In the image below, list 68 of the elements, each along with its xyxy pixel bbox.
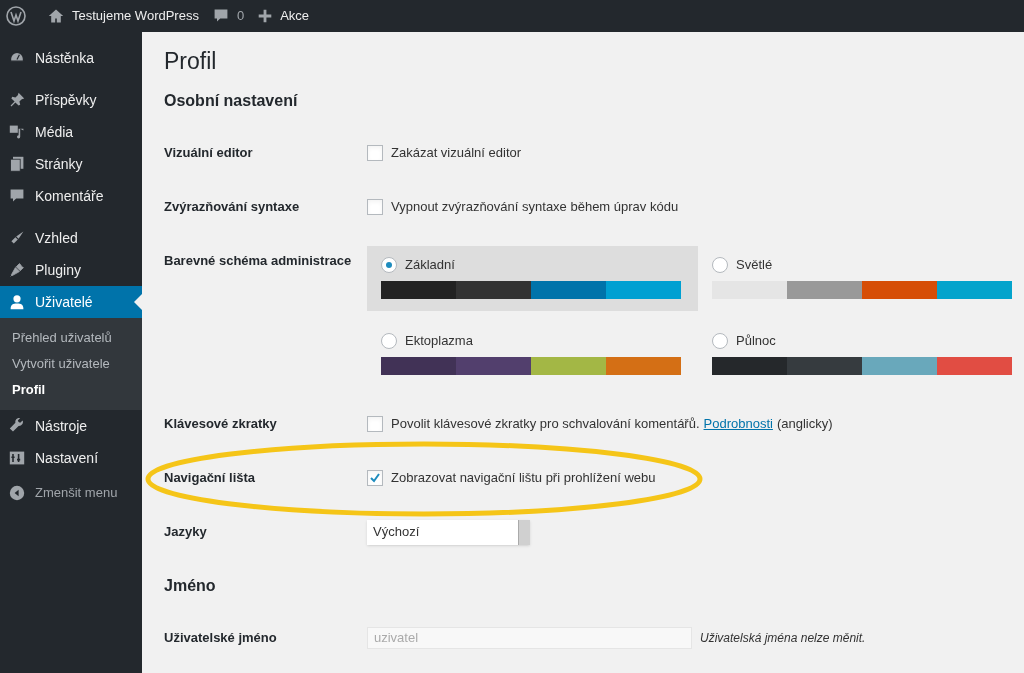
- field-label: Vizuální editor: [164, 144, 254, 163]
- color-scheme-option[interactable]: Světlé: [698, 246, 1024, 311]
- checkbox-label: Povolit klávesové zkratky pro schvalování komentářů.: [391, 415, 700, 434]
- comments-link[interactable]: 0: [212, 6, 245, 26]
- user-icon: [9, 294, 25, 310]
- scheme-name: Ektoplazma: [405, 331, 473, 350]
- sidebar-item[interactable]: Stránky: [0, 148, 142, 180]
- scheme-name: Světlé: [736, 256, 773, 275]
- language-note: (anglicky): [776, 415, 833, 434]
- color-scheme-option[interactable]: Půlnoc: [698, 321, 1024, 387]
- collapse-icon: [9, 485, 25, 501]
- sidebar-item[interactable]: Příspěvky: [0, 84, 142, 116]
- submenu-item[interactable]: Profil: [0, 377, 142, 403]
- speech-bubble-icon: [9, 188, 25, 204]
- sidebar-item[interactable]: Nástěnka: [0, 42, 142, 74]
- sidebar-item[interactable]: Média: [0, 116, 142, 148]
- site-link[interactable]: Testujeme WordPress: [48, 6, 199, 26]
- pages-icon: [9, 156, 25, 172]
- color-scheme-option[interactable]: Základní: [367, 246, 698, 311]
- pushpin-icon: [9, 92, 25, 108]
- wrench-icon: [9, 418, 25, 434]
- submenu-item[interactable]: Vytvořit uživatele: [0, 351, 142, 377]
- section-heading: Jméno: [164, 576, 217, 596]
- sidebar-item[interactable]: Komentáře: [0, 180, 142, 212]
- home-icon: [48, 8, 64, 24]
- scheme-name: Půlnoc: [736, 331, 776, 350]
- checkbox-label: Zobrazovat navigační lištu při prohlížení webu: [391, 469, 656, 488]
- wordpress-logo-icon: [6, 6, 26, 26]
- checkbox-label: Zakázat vizuální editor: [391, 144, 522, 163]
- submenu-item[interactable]: Přehled uživatelů: [0, 325, 142, 351]
- checkbox[interactable]: [367, 145, 383, 161]
- plus-icon: [258, 9, 273, 23]
- settings-icon: [9, 450, 25, 466]
- radio-button[interactable]: [381, 257, 397, 273]
- color-scheme-option[interactable]: Ektoplazma: [367, 321, 698, 387]
- new-link[interactable]: Akce: [258, 6, 310, 26]
- plug-icon: [9, 262, 25, 278]
- checkbox-label: Vypnout zvýrazňování syntaxe během úprav kódu: [391, 198, 679, 217]
- paintbrush-icon: [9, 230, 25, 246]
- field-label: Klávesové zkratky: [164, 415, 278, 434]
- details-link[interactable]: Podrobnosti: [703, 414, 773, 434]
- field-label: Navigační lišta: [164, 469, 257, 488]
- checkbox[interactable]: [367, 416, 383, 432]
- select-handle: [518, 519, 530, 545]
- radio-button[interactable]: [381, 332, 397, 349]
- check-icon: [369, 472, 381, 484]
- field-note: Uživatelská jména nelze měnit.: [700, 630, 866, 647]
- speech-bubble-icon: [212, 8, 229, 24]
- current-pointer: [134, 294, 142, 310]
- sidebar-item[interactable]: Pluginy: [0, 254, 142, 286]
- checkbox[interactable]: [367, 470, 383, 486]
- field-label: Jazyky: [164, 523, 208, 542]
- sidebar-item[interactable]: Uživatelé: [0, 286, 142, 318]
- language-select[interactable]: Výchozí: [367, 519, 530, 545]
- sidebar-item[interactable]: Vzhled: [0, 222, 142, 254]
- radio-button[interactable]: [712, 332, 728, 349]
- sidebar-item[interactable]: Nástroje: [0, 410, 142, 442]
- scheme-name: Základní: [405, 256, 455, 275]
- field-label: Uživatelské jméno: [164, 629, 278, 648]
- sidebar-item[interactable]: Nastavení: [0, 442, 142, 474]
- media-icon: [9, 124, 25, 140]
- field-label: Barevné schéma administrace: [164, 252, 353, 270]
- section-heading: Osobní nastavení: [164, 91, 299, 111]
- collapse-menu-button[interactable]: Zmenšit menu: [0, 482, 142, 504]
- checkbox[interactable]: [367, 199, 383, 215]
- page-title: Profil: [164, 47, 218, 76]
- field-label: Zvýrazňování syntaxe: [164, 198, 301, 217]
- radio-button[interactable]: [712, 257, 728, 273]
